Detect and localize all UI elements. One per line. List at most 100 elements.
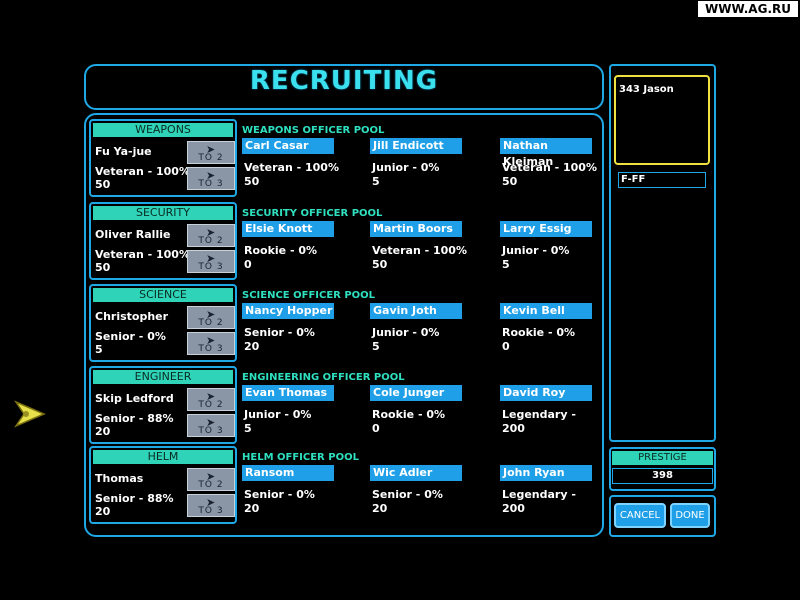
role-officer-name: Thomas [95,472,144,485]
role-header: SECURITY [93,206,233,220]
candidate-name-button[interactable]: Kevin Bell [500,303,592,319]
cancel-button[interactable]: CANCEL [614,503,666,528]
role-slot-science[interactable]: SCIENCE Christopher Senior - 0% 5 ➤ TO 2 ➤ TO 3 [89,284,237,362]
candidate-level: Rookie - 0% [372,408,446,421]
role-officer-level: Veteran - 100% [95,165,190,178]
prestige-label: PRESTIGE [612,451,713,465]
candidate-name-button[interactable]: Martin Boors [370,221,462,237]
to-3-label: TO 3 [198,262,224,272]
to-2-label: TO 2 [198,236,224,246]
to-3-label: TO 3 [198,179,224,189]
move-to-2-button[interactable]: ➤ TO 2 [187,224,235,247]
candidate-points: 0 [244,258,252,271]
role-slot-security[interactable]: SECURITY Oliver Rallie Veteran - 100% 50 ➤ TO… [89,202,237,280]
pool-title: HELM OFFICER POOL [242,452,359,463]
candidate-level: Rookie - 0% [502,326,576,339]
candidate-level: Junior - 0% [502,244,570,257]
candidate-level: Senior - 0% [244,488,315,501]
move-to-2-button[interactable]: ➤ TO 2 [187,306,235,329]
candidate-level: Senior - 0% [244,326,315,339]
candidate-points: 5 [372,340,380,353]
role-header: SCIENCE [93,288,233,302]
candidate-level: Veteran - 100% [372,244,467,257]
role-officer-points: 20 [95,425,111,438]
candidate-points: 200 [502,502,525,515]
role-officer-name: Skip Ledford [95,392,174,405]
role-header: WEAPONS [93,123,233,137]
role-officer-name: Fu Ya-jue [95,145,152,158]
role-officer-points: 50 [95,178,111,191]
role-slot-weapons[interactable]: WEAPONS Fu Ya-jue Veteran - 100% 50 ➤ TO 2 ➤ TO… [89,119,237,197]
role-officer-name: Christopher [95,310,169,323]
move-to-2-button[interactable]: ➤ TO 2 [187,468,235,491]
candidate-name-button[interactable]: Larry Essig [500,221,592,237]
pool-title: SECURITY OFFICER POOL [242,208,383,219]
candidate-points: 200 [502,422,525,435]
role-officer-points: 20 [95,505,111,518]
candidate-name-button[interactable]: Evan Thomas [242,385,334,401]
candidate-level: Rookie - 0% [244,244,318,257]
candidate-points: 20 [244,340,260,353]
candidate-name-button[interactable]: Ransom [242,465,334,481]
to-2-label: TO 2 [198,400,224,410]
pool-title: WEAPONS OFFICER POOL [242,125,385,136]
done-button[interactable]: DONE [670,503,710,528]
role-header: HELM [93,450,233,464]
candidate-name-button[interactable]: John Ryan [500,465,592,481]
candidate-points: 0 [372,422,380,435]
to-2-label: TO 2 [198,153,224,163]
watermark: WWW.AG.RU [698,1,798,17]
move-to-3-button[interactable]: ➤ TO 3 [187,332,235,355]
pool-title: ENGINEERING OFFICER POOL [242,372,405,383]
candidate-level: Veteran - 100% [502,161,597,174]
candidate-name-button[interactable]: Wic Adler [370,465,462,481]
candidate-name-button[interactable]: Jill Endicott [370,138,462,154]
candidate-name-button[interactable]: David Roy [500,385,592,401]
candidate-points: 5 [244,422,252,435]
code-field[interactable]: F-FF [618,172,706,188]
move-to-3-button[interactable]: ➤ TO 3 [187,167,235,190]
candidate-level: Junior - 0% [372,161,440,174]
candidate-level: Legendary - [502,488,576,501]
move-to-3-button[interactable]: ➤ TO 3 [187,494,235,517]
cursor-arrow-icon [14,400,46,428]
prestige-value: 398 [612,468,713,484]
role-officer-level: Veteran - 100% [95,248,190,261]
candidate-points: 50 [244,175,260,188]
move-to-2-button[interactable]: ➤ TO 2 [187,388,235,411]
role-officer-points: 50 [95,261,111,274]
candidate-points: 50 [372,258,388,271]
candidate-points: 20 [244,502,260,515]
candidate-level: Junior - 0% [244,408,312,421]
candidate-name-button[interactable]: Cole Junger [370,385,462,401]
role-slot-engineer[interactable]: ENGINEER Skip Ledford Senior - 88% 20 ➤ TO 2 ➤… [89,366,237,444]
candidate-points: 20 [372,502,388,515]
candidate-name-button[interactable]: Nathan Kleiman [500,138,592,168]
role-officer-points: 5 [95,343,103,356]
candidate-name-button[interactable]: Nancy Hopper [242,303,334,319]
candidate-name-button[interactable]: Gavin Joth [370,303,462,319]
candidate-name-button[interactable]: Carl Casar [242,138,334,154]
move-to-2-button[interactable]: ➤ TO 2 [187,141,235,164]
to-3-label: TO 3 [198,344,224,354]
candidate-points: 5 [502,258,510,271]
to-3-label: TO 3 [198,506,224,516]
to-2-label: TO 2 [198,318,224,328]
move-to-3-button[interactable]: ➤ TO 3 [187,414,235,437]
role-officer-level: Senior - 88% [95,412,174,425]
candidate-points: 5 [372,175,380,188]
to-2-label: TO 2 [198,480,224,490]
role-header: ENGINEER [93,370,233,384]
role-officer-level: Senior - 0% [95,330,166,343]
selected-officer-name: 343 Jason [619,84,674,95]
pool-title: SCIENCE OFFICER POOL [242,290,376,301]
move-to-3-button[interactable]: ➤ TO 3 [187,250,235,273]
role-slot-helm[interactable]: HELM Thomas Senior - 88% 20 ➤ TO 2 ➤ TO 3 [89,446,237,524]
candidate-name-button[interactable]: Elsie Knott [242,221,334,237]
role-officer-level: Senior - 88% [95,492,174,505]
role-officer-name: Oliver Rallie [95,228,171,241]
candidate-level: Legendary - [502,408,576,421]
page-title: RECRUITING [249,66,439,96]
candidate-level: Senior - 0% [372,488,443,501]
candidate-points: 50 [502,175,518,188]
